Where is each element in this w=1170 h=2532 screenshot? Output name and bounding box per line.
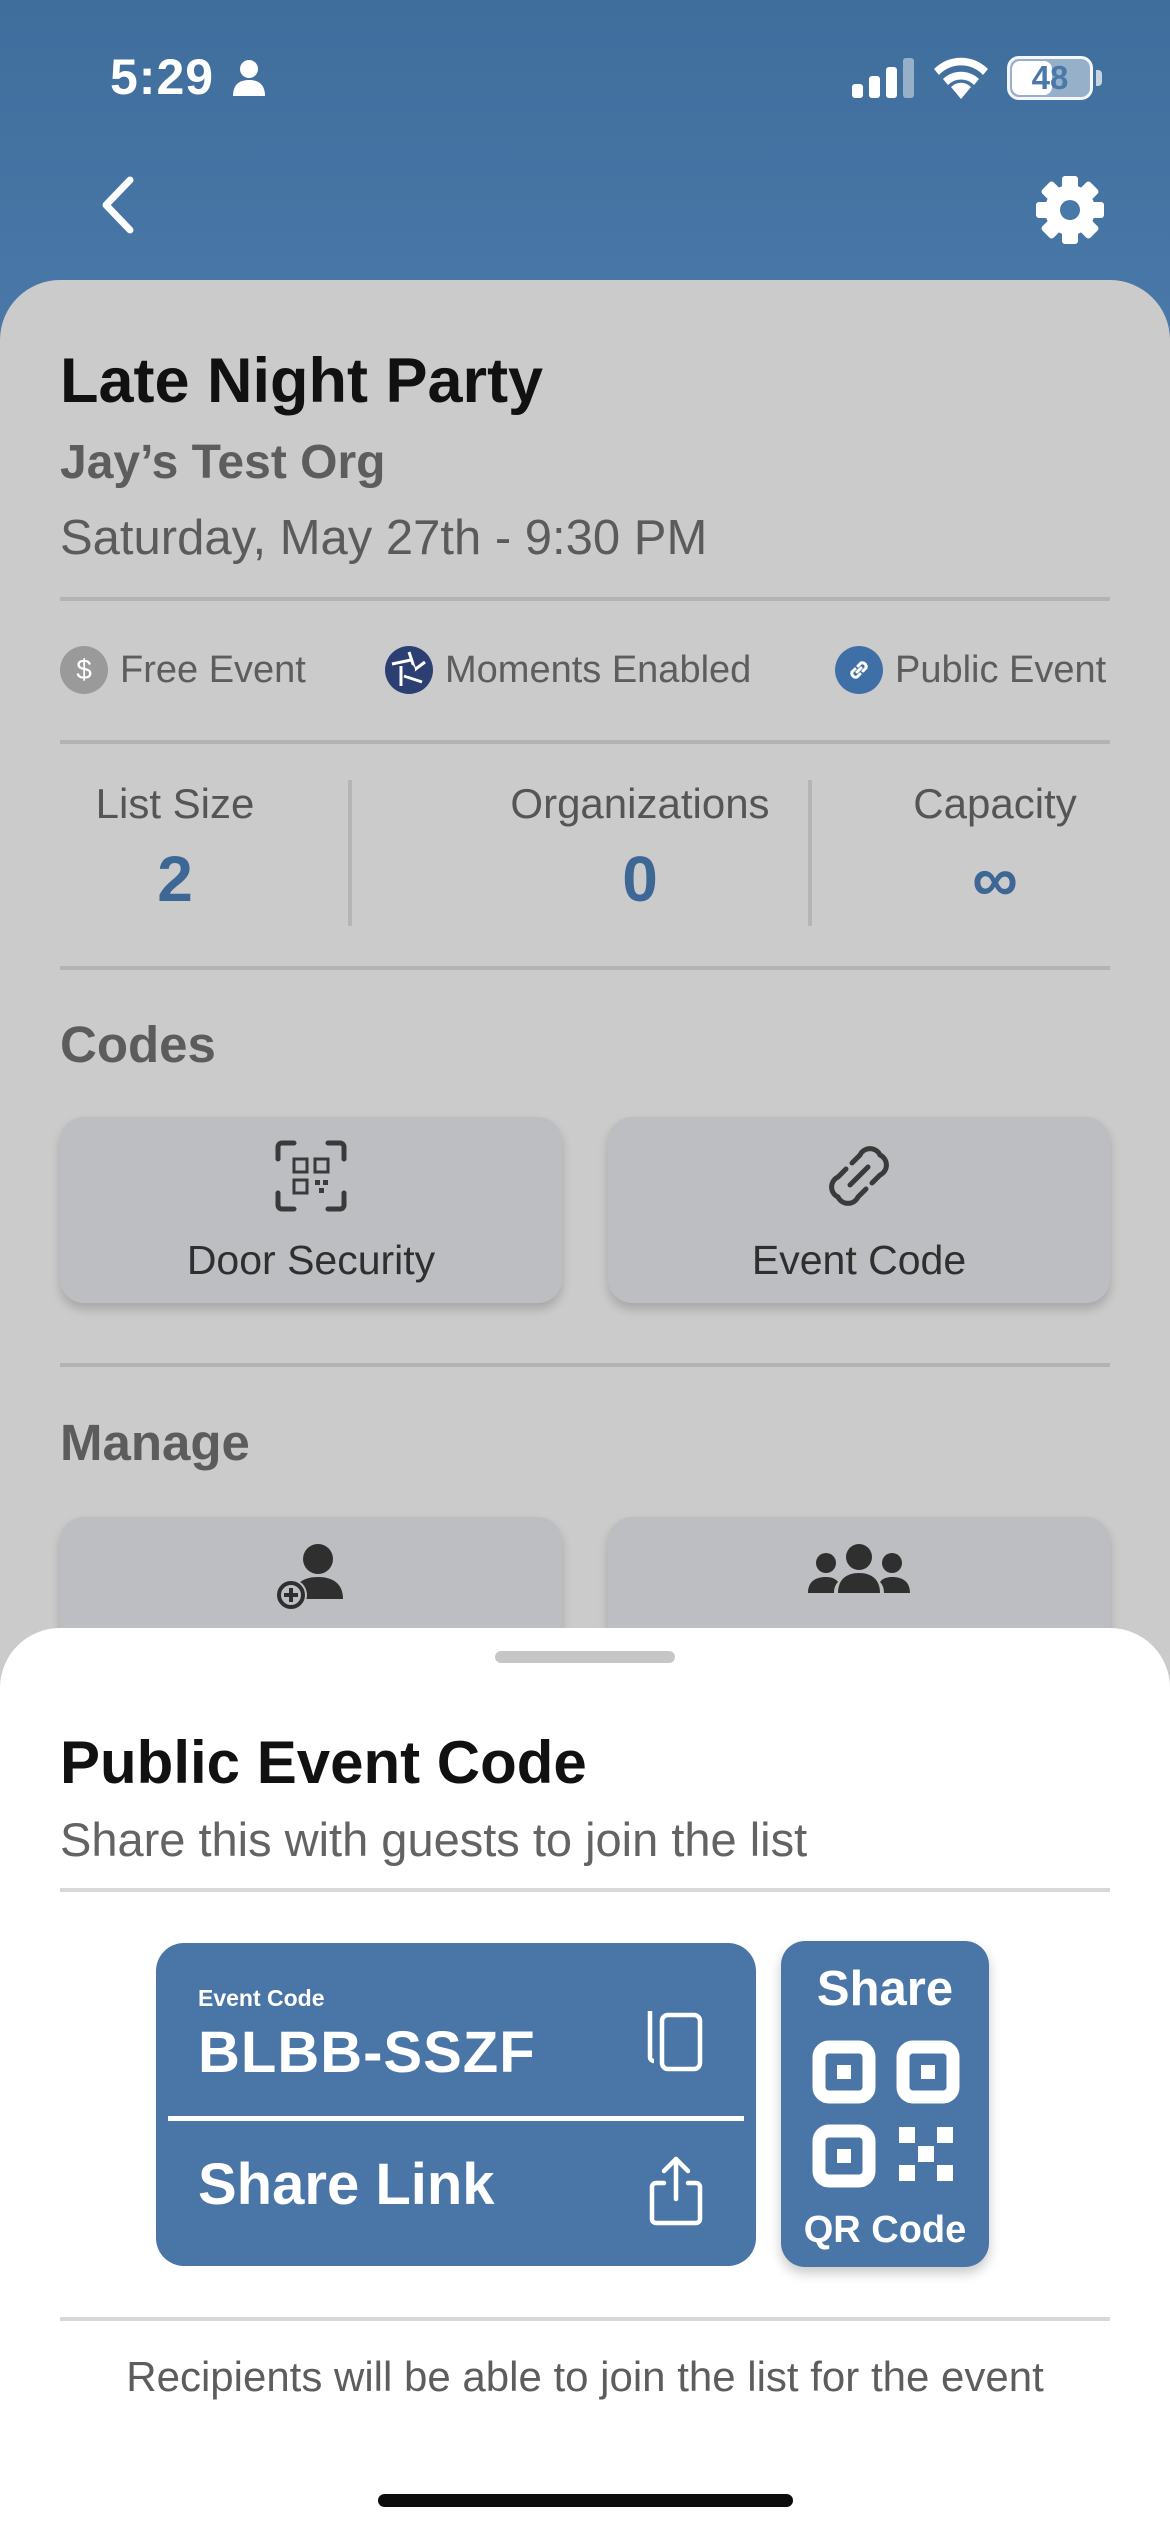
share-icon[interactable]	[646, 2155, 706, 2232]
recipients-note: Recipients will be able to join the list…	[126, 2353, 1044, 2400]
group-icon	[608, 1539, 1110, 1613]
qr-code-label: QR Code	[803, 2209, 967, 2251]
cellular-signal-icon	[852, 58, 914, 98]
stat-list-size[interactable]: List Size 2	[60, 780, 290, 916]
tile-label: Event Code	[751, 1237, 967, 1283]
sheet-title: Public Event Code	[60, 1729, 587, 1796]
dollar-icon: $	[60, 646, 108, 694]
tag-label: Public Event	[895, 648, 1107, 691]
divider	[60, 2317, 1110, 2321]
stat-capacity[interactable]: Capacity ∞	[870, 780, 1120, 916]
tag-moments-enabled: Moments Enabled	[385, 640, 751, 700]
tag-public-event: Public Event	[835, 640, 1106, 700]
qr-scan-icon	[60, 1139, 562, 1213]
event-tags: $ Free Event Moments Enabled Public Even…	[60, 640, 1120, 700]
event-title: Late Night Party	[60, 346, 544, 416]
stat-separator	[808, 780, 812, 926]
divider	[60, 966, 1110, 970]
add-person-icon	[60, 1539, 562, 1613]
status-bar: 5:29 48	[0, 0, 1170, 150]
event-code-button[interactable]: Event Code	[608, 1117, 1110, 1303]
event-code-caption: Event Code	[198, 1985, 325, 2011]
battery-percentage: 48	[1031, 59, 1069, 96]
share-qr-code-button[interactable]: Share QR Code	[781, 1941, 989, 2267]
event-stats: List Size 2 Organizations 0 Capacity ∞	[60, 780, 1110, 930]
organization-name: Jay’s Test Org	[60, 436, 386, 489]
status-time: 5:29	[110, 49, 215, 105]
sheet-subtitle: Share this with guests to join the list	[60, 1813, 808, 1866]
divider	[60, 1363, 1110, 1367]
wifi-icon	[934, 57, 988, 99]
battery-icon: 48	[1007, 56, 1093, 100]
stat-separator	[348, 780, 352, 926]
qr-share-label: Share	[816, 1962, 954, 2016]
person-icon	[233, 60, 265, 96]
code-separator	[168, 2116, 744, 2121]
event-code-card: Event Code BLBB-SSZF Share Link	[156, 1943, 756, 2266]
tile-label: Door Security	[186, 1237, 436, 1283]
stat-value: 2	[157, 843, 193, 915]
link-icon	[835, 646, 883, 694]
sheet-grabber[interactable]	[495, 1651, 675, 1663]
divider	[60, 1888, 1110, 1892]
event-date: Saturday, May 27th - 9:30 PM	[60, 511, 708, 565]
tag-label: Moments Enabled	[445, 648, 752, 691]
stat-label: Capacity	[913, 780, 1077, 827]
chevron-left-icon	[102, 176, 134, 234]
tag-free-event: $ Free Event	[60, 640, 306, 700]
home-indicator[interactable]	[378, 2494, 793, 2507]
stat-label: List Size	[95, 780, 255, 827]
qr-code-icon	[812, 2040, 960, 2188]
event-code-value[interactable]: BLBB-SSZF	[198, 2019, 536, 2086]
divider	[60, 597, 1110, 601]
stat-value: 0	[622, 843, 658, 915]
copy-icon[interactable]	[644, 2001, 708, 2078]
divider	[60, 740, 1110, 744]
stat-value: ∞	[972, 843, 1018, 915]
camera-aperture-icon	[385, 646, 433, 694]
share-link-button[interactable]: Share Link	[198, 2151, 495, 2218]
stat-organizations[interactable]: Organizations 0	[405, 780, 875, 916]
link-icon	[608, 1139, 1110, 1213]
door-security-button[interactable]: Door Security	[60, 1117, 562, 1303]
codes-section-title: Codes	[60, 1016, 216, 1073]
settings-button[interactable]	[1030, 170, 1110, 250]
stat-label: Organizations	[510, 780, 770, 827]
gear-icon	[1036, 176, 1104, 244]
battery-tip	[1096, 70, 1102, 86]
tag-label: Free Event	[120, 648, 306, 691]
back-button[interactable]	[90, 170, 150, 240]
manage-section-title: Manage	[60, 1414, 250, 1471]
